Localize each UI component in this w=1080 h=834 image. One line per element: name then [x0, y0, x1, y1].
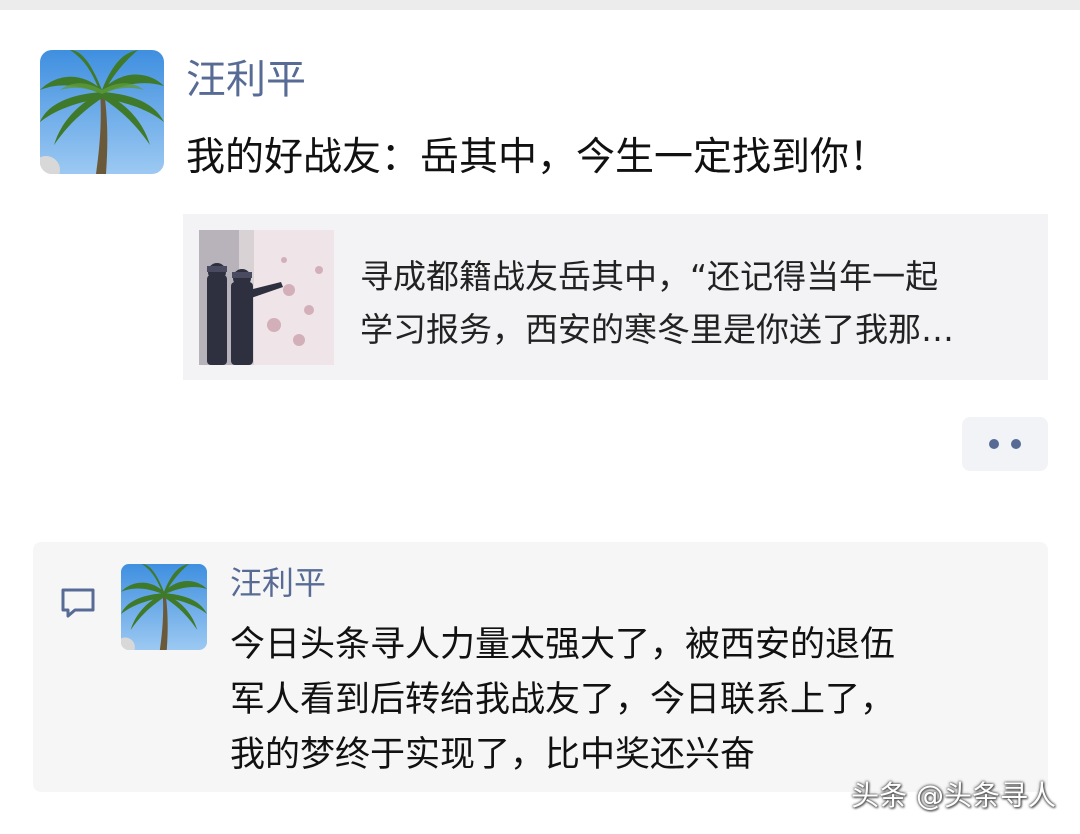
author-name[interactable]: 汪利平 [186, 52, 306, 108]
comment-text: 今日头条寻人力量太强大了，被西安的退伍 军人看到后转给我战友了，今日联系上了， … [230, 618, 1020, 783]
comment-line: 军人看到后转给我战友了，今日联系上了， [230, 680, 896, 720]
link-summary-line: 寻成都籍战友岳其中，“还记得当年一起 [360, 257, 939, 296]
commenter-name[interactable]: 汪利平 [230, 560, 326, 606]
link-thumbnail [199, 230, 334, 365]
more-dots-icon[interactable] [962, 417, 1048, 471]
top-divider [0, 0, 1080, 10]
link-summary-line: 学习报务，西安的寒冬里是你送了我那… [360, 310, 954, 349]
dot [989, 439, 999, 449]
author-avatar[interactable] [40, 50, 164, 174]
comment-panel: 汪利平 今日头条寻人力量太强大了，被西安的退伍 军人看到后转给我战友了，今日联系… [33, 542, 1048, 792]
shared-link-card[interactable]: 寻成都籍战友岳其中，“还记得当年一起 学习报务，西安的寒冬里是你送了我那… [183, 214, 1048, 380]
post-text: 我的好战友：岳其中，今生一定找到你！ [186, 135, 889, 180]
link-summary: 寻成都籍战友岳其中，“还记得当年一起 学习报务，西安的寒冬里是你送了我那… [360, 250, 1030, 356]
comment-line: 今日头条寻人力量太强大了，被西安的退伍 [230, 625, 896, 665]
commenter-avatar[interactable] [121, 564, 207, 650]
comment-icon [59, 586, 97, 620]
watermark: 头条 @头条寻人 [851, 779, 1056, 812]
dot [1011, 439, 1021, 449]
